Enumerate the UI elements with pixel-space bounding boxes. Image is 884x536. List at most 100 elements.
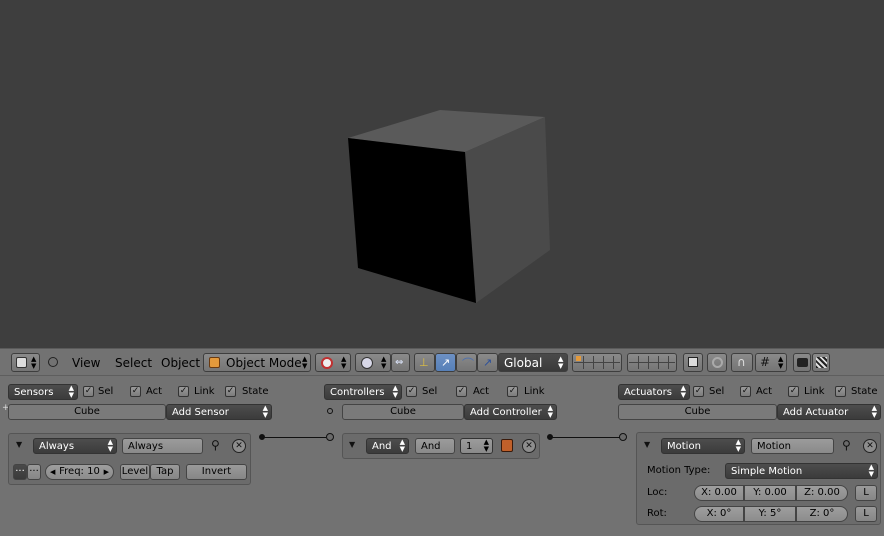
controller-input-socket[interactable] <box>326 433 334 441</box>
controller-type-selector[interactable]: And ▲ ▼ <box>366 438 409 454</box>
add-sensor-menu[interactable]: Add Sensor ▲ ▼ <box>166 404 272 420</box>
controller-actuator-link <box>552 437 620 438</box>
rot-z-field[interactable]: Z: 0° <box>796 506 848 522</box>
object-mode-icon <box>209 357 220 368</box>
priority-icon[interactable] <box>501 439 513 452</box>
manipulator-toggle[interactable]: ⇔ <box>391 353 410 372</box>
controllers-sel-checkbox[interactable]: ✓ <box>406 386 417 397</box>
motion-type-selector[interactable]: Simple Motion ▲ ▼ <box>725 463 878 479</box>
updown-arrows-icon: ▲ ▼ <box>262 404 268 419</box>
3d-viewport[interactable] <box>0 0 884 348</box>
shading-icon <box>321 357 333 369</box>
editor-type-selector[interactable]: ▲ ▼ <box>11 353 40 372</box>
actuators-state-checkbox[interactable]: ✓ <box>835 386 846 397</box>
pin-icon[interactable]: ⚲ <box>842 438 851 452</box>
sensor-type-selector[interactable]: Always ▲ ▼ <box>33 438 117 454</box>
controller-close-button[interactable]: ✕ <box>522 439 536 453</box>
transform-orientation-button[interactable]: ↗ <box>477 353 498 372</box>
close-icon: ✕ <box>525 441 533 451</box>
sensors-act-checkbox[interactable]: ✓ <box>130 386 141 397</box>
actuators-sel-checkbox[interactable]: ✓ <box>693 386 704 397</box>
snap-element-selector[interactable]: # ▲ ▼ <box>755 353 787 372</box>
increment-arrow-icon[interactable]: ▶ <box>104 465 109 479</box>
actuators-sel-label: Sel <box>709 386 725 397</box>
viewport-shading-selector[interactable]: ▲ ▼ <box>315 353 351 372</box>
menu-view[interactable]: View <box>72 355 100 371</box>
lock-layers-button[interactable] <box>683 353 703 372</box>
rot-x-field[interactable]: X: 0° <box>694 506 744 522</box>
sensors-act-label: Act <box>146 386 163 397</box>
collapse-triangle-icon[interactable]: ▼ <box>16 440 22 449</box>
decrement-arrow-icon[interactable]: ◀ <box>50 465 55 479</box>
snap-toggle[interactable]: ∩ <box>731 353 753 372</box>
sensors-sel-checkbox[interactable]: ✓ <box>83 386 94 397</box>
proportional-edit-button[interactable] <box>707 353 727 372</box>
actuators-act-checkbox[interactable]: ✓ <box>740 386 751 397</box>
controllers-act-checkbox[interactable]: ✓ <box>456 386 467 397</box>
invert-button[interactable]: Invert <box>186 464 247 480</box>
controllers-act-label: Act <box>473 386 490 397</box>
actuator-type-selector[interactable]: Motion ▲ ▼ <box>661 438 745 454</box>
controllers-link-checkbox[interactable]: ✓ <box>507 386 518 397</box>
collapse-triangle-icon[interactable]: ▼ <box>644 440 650 449</box>
loc-local-toggle[interactable]: L <box>855 485 877 501</box>
rot-y-field[interactable]: Y: 5° <box>744 506 796 522</box>
rot-local-toggle[interactable]: L <box>855 506 877 522</box>
controllers-column-menu[interactable]: Controllers ▲ ▼ <box>324 384 402 400</box>
controller-state-selector[interactable]: 1 ▲ ▼ <box>460 438 493 454</box>
updown-arrows-icon: ▲ ▼ <box>68 384 74 399</box>
state-toggle-icon[interactable] <box>327 408 333 414</box>
controller-name-field[interactable]: And <box>415 438 455 454</box>
sensor-name-field[interactable]: Always <box>122 438 203 454</box>
sensors-state-label: State <box>242 386 269 397</box>
translate-manipulator-button[interactable]: ⊥ <box>414 353 435 372</box>
render-animation-button[interactable] <box>812 353 830 372</box>
add-sensor-label: Add Sensor <box>172 407 229 418</box>
add-controller-menu[interactable]: Add Controller ▲ ▼ <box>464 404 557 420</box>
pulse-true-button[interactable]: ··· <box>13 464 27 480</box>
actuator-name-field[interactable]: Motion <box>751 438 834 454</box>
menu-collapse-icon[interactable] <box>48 357 58 367</box>
actuators-column-menu[interactable]: Actuators ▲ ▼ <box>618 384 690 400</box>
render-button[interactable] <box>793 353 811 372</box>
add-controller-label: Add Controller <box>470 407 542 418</box>
updown-arrows-icon: ▲ ▼ <box>483 438 489 453</box>
actuators-link-checkbox[interactable]: ✓ <box>788 386 799 397</box>
sensors-column-label: Sensors <box>14 387 54 398</box>
cube-render <box>348 110 550 303</box>
pivot-point-selector[interactable]: ▲ ▼ <box>355 353 391 372</box>
actuator-input-socket[interactable] <box>619 433 627 441</box>
add-actuator-menu[interactable]: Add Actuator ▲ ▼ <box>777 404 881 420</box>
sensors-link-checkbox[interactable]: ✓ <box>178 386 189 397</box>
updown-arrows-icon: ▲ ▼ <box>680 384 686 399</box>
close-icon: ✕ <box>235 441 243 451</box>
actuators-state-label: State <box>851 386 878 397</box>
rotate-manipulator-button[interactable]: ↗ <box>435 353 456 372</box>
layer-lock-icon <box>688 357 698 367</box>
actuator-close-button[interactable]: ✕ <box>863 439 877 453</box>
sensor-close-button[interactable]: ✕ <box>232 439 246 453</box>
tap-button[interactable]: Tap <box>150 464 180 480</box>
layer-divider <box>629 362 675 363</box>
mode-selector[interactable]: Object Mode ▲ ▼ <box>203 353 311 372</box>
frequency-field[interactable]: ◀ Freq: 10 ▶ <box>45 464 114 480</box>
pulse-false-button[interactable]: ··· <box>27 464 41 480</box>
menu-select[interactable]: Select <box>115 355 152 371</box>
loc-y-field[interactable]: Y: 0.00 <box>744 485 796 501</box>
layers-group-1[interactable] <box>572 353 622 372</box>
updown-arrows-icon: ▲ ▼ <box>399 438 405 453</box>
menu-object[interactable]: Object <box>161 355 200 371</box>
sensors-column-menu[interactable]: Sensors ▲ ▼ <box>8 384 78 400</box>
layers-group-2[interactable] <box>627 353 677 372</box>
collapse-triangle-icon[interactable]: ▼ <box>349 440 355 449</box>
pin-icon[interactable]: ⚲ <box>211 438 220 452</box>
level-button[interactable]: Level <box>120 464 150 480</box>
loc-z-field[interactable]: Z: 0.00 <box>796 485 848 501</box>
controllers-sel-label: Sel <box>422 386 438 397</box>
sensors-state-checkbox[interactable]: ✓ <box>225 386 236 397</box>
orientation-selector[interactable]: Global ▲ ▼ <box>498 353 568 372</box>
rot-label: Rot: <box>647 508 667 519</box>
loc-x-field[interactable]: X: 0.00 <box>694 485 744 501</box>
scale-manipulator-button[interactable]: ⌒ <box>456 353 477 372</box>
logic-editor: Sensors ▲ ▼ ✓ Sel ✓ Act ✓ Link ✓ State + … <box>0 376 884 536</box>
